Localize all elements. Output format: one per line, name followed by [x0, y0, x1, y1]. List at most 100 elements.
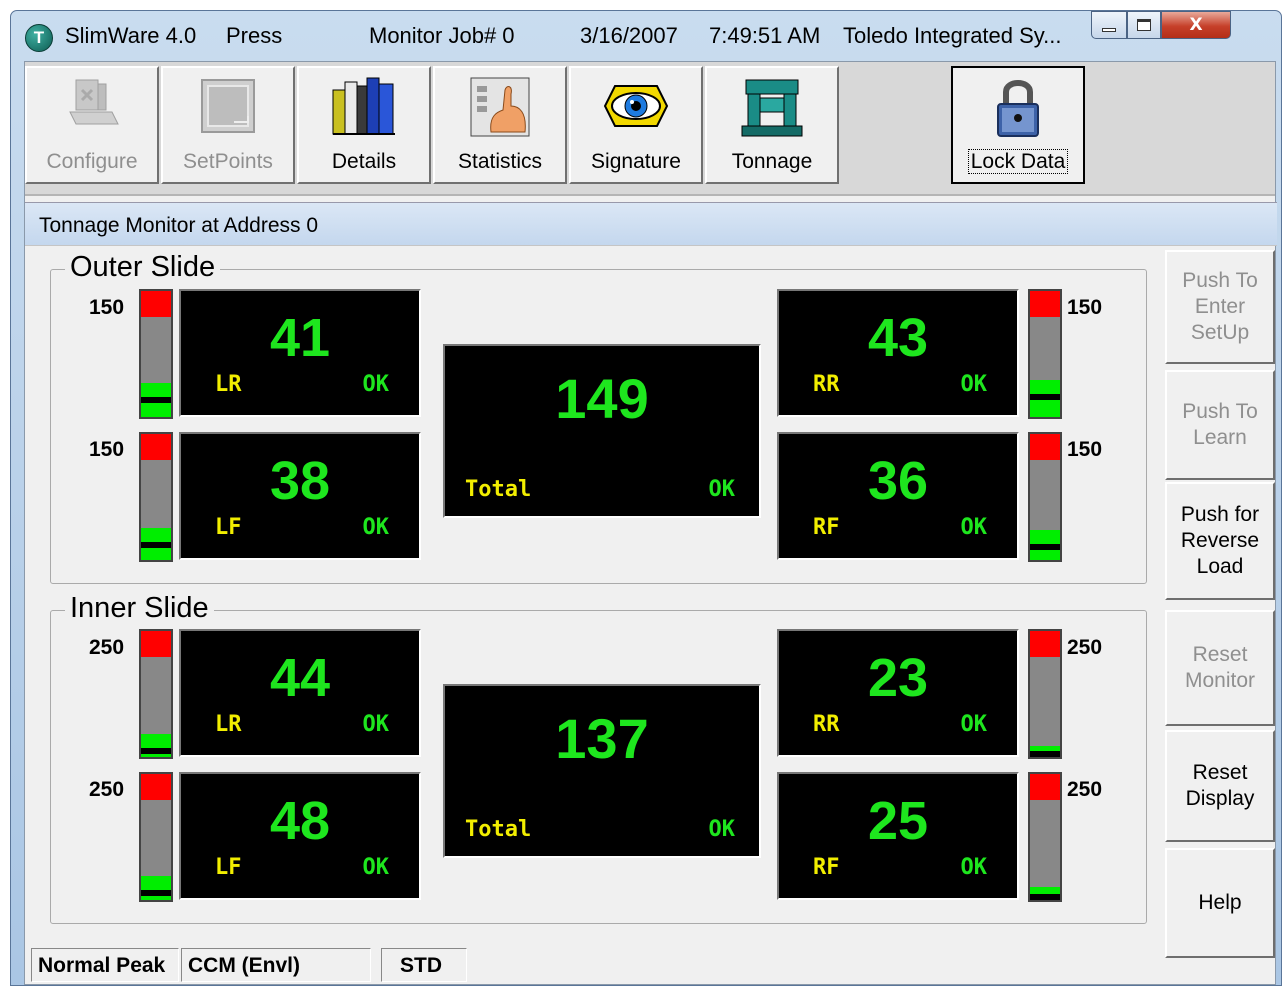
inner-lf-load-bar	[139, 772, 173, 902]
inner-rr-label: RR	[813, 712, 840, 737]
status-std: STD	[381, 948, 467, 982]
statistics-hand-icon	[470, 77, 530, 137]
inner-total-status: OK	[708, 817, 736, 842]
inner-slide-title: Inner Slide	[65, 592, 214, 625]
outer-lf-value: 38	[269, 451, 331, 511]
outer-rr-load-bar	[1028, 289, 1062, 419]
inner-rr-status: OK	[960, 712, 988, 737]
outer-lr-label: LR	[215, 372, 242, 397]
title-bar[interactable]: SlimWare 4.0 Press Monitor Job# 0 3/16/2…	[11, 11, 1281, 61]
app-logo-icon[interactable]	[25, 24, 53, 52]
padlock-icon	[997, 80, 1039, 137]
inner-lf-display: 48 LF OK	[179, 772, 421, 900]
inner-rr-value: 23	[867, 648, 929, 708]
inner-lr-value: 44	[269, 648, 331, 708]
configure-button[interactable]: Configure	[25, 66, 159, 184]
outer-lr-display: 41 LR OK	[179, 289, 421, 417]
title-date: 3/16/2007	[580, 23, 678, 48]
outer-rr-status: OK	[960, 372, 988, 397]
status-bar: Normal Peak CCM (Envl) STD	[25, 946, 1277, 984]
reset-display-button[interactable]: Reset Display	[1165, 730, 1275, 842]
outer-total-value: 149	[555, 367, 649, 430]
inner-lr-load-bar	[139, 629, 173, 759]
outer-lr-scale: 150	[89, 296, 125, 319]
inner-lf-label: LF	[215, 855, 242, 880]
outer-total-status: OK	[708, 477, 736, 502]
panel-title-bar: Tonnage Monitor at Address 0	[25, 202, 1277, 246]
details-button[interactable]: Details	[297, 66, 431, 184]
statistics-button[interactable]: Statistics	[433, 66, 567, 184]
inner-lf-status: OK	[362, 855, 390, 880]
outer-total-label: Total	[465, 477, 532, 502]
reset-monitor-button[interactable]: Reset Monitor	[1165, 610, 1275, 726]
outer-rr-label: RR	[813, 372, 840, 397]
inner-rf-status: OK	[960, 855, 988, 880]
inner-rr-load-bar	[1028, 629, 1062, 759]
statistics-label: Statistics	[457, 150, 543, 173]
signature-label: Signature	[591, 150, 681, 173]
setpoints-icon	[201, 79, 255, 133]
app-window: SlimWare 4.0 Press Monitor Job# 0 3/16/2…	[10, 10, 1282, 986]
outer-rf-label: RF	[813, 515, 840, 540]
outer-total-display: 149 Total OK	[443, 344, 761, 518]
outer-rr-scale: 150	[1067, 296, 1103, 319]
maximize-button[interactable]	[1127, 11, 1161, 39]
minimize-icon	[1102, 28, 1116, 32]
outer-rf-load-bar	[1028, 432, 1062, 562]
push-to-learn-button[interactable]: Push To Learn	[1165, 370, 1275, 480]
inner-rf-label: RF	[813, 855, 840, 880]
books-icon	[332, 77, 395, 135]
panel-title: Tonnage Monitor at Address 0	[39, 214, 319, 237]
reverse-load-button[interactable]: Push for Reverse Load	[1165, 482, 1275, 600]
company-name: Toledo Integrated Sy...	[843, 23, 1062, 48]
outer-rf-scale: 150	[1067, 438, 1103, 461]
configure-label: Configure	[46, 150, 138, 173]
client-area: Configure SetPoints Details Statistics S…	[24, 61, 1277, 985]
outer-rr-value: 43	[867, 308, 929, 368]
help-button[interactable]: Help	[1165, 848, 1275, 958]
inner-rr-display: 23 RR OK	[777, 629, 1019, 757]
setpoints-label: SetPoints	[183, 150, 273, 173]
toolbar: Configure SetPoints Details Statistics S…	[25, 62, 1275, 196]
outer-rf-value: 36	[867, 451, 929, 511]
inner-total-display: 137 Total OK	[443, 684, 761, 858]
outer-lf-load-bar	[139, 432, 173, 562]
push-to-enter-setup-button[interactable]: Push To Enter SetUp	[1165, 250, 1275, 364]
inner-rf-display: 25 RF OK	[777, 772, 1019, 900]
close-button[interactable]: X	[1161, 11, 1231, 39]
details-label: Details	[331, 150, 397, 173]
eye-icon	[603, 85, 669, 127]
inner-rf-scale: 250	[1067, 778, 1103, 801]
inner-lr-display: 44 LR OK	[179, 629, 421, 757]
inner-lr-label: LR	[215, 712, 242, 737]
outer-lf-label: LF	[215, 515, 242, 540]
outer-rf-display: 36 RF OK	[777, 432, 1019, 560]
title-time: 7:49:51 AM	[709, 23, 821, 48]
tonnage-button[interactable]: Tonnage	[705, 66, 839, 184]
lock-data-button[interactable]: Lock Data	[951, 66, 1085, 184]
press-icon	[741, 79, 803, 137]
machine-name: Press	[226, 23, 283, 48]
lock-data-label: Lock Data	[953, 149, 1083, 174]
outer-lf-scale: 150	[89, 438, 125, 461]
outer-rf-status: OK	[960, 515, 988, 540]
signature-button[interactable]: Signature	[569, 66, 703, 184]
outer-lr-value: 41	[269, 308, 331, 368]
minimize-button[interactable]	[1091, 11, 1127, 39]
maximize-icon	[1137, 19, 1151, 31]
outer-slide-title: Outer Slide	[65, 251, 221, 284]
inner-rf-value: 25	[867, 791, 929, 851]
inner-rf-load-bar	[1028, 772, 1062, 902]
inner-total-value: 137	[555, 707, 649, 770]
outer-lf-status: OK	[362, 515, 390, 540]
job-number: Monitor Job# 0	[369, 23, 515, 48]
setpoints-button[interactable]: SetPoints	[161, 66, 295, 184]
inner-lr-scale: 250	[89, 636, 125, 659]
outer-rr-display: 43 RR OK	[777, 289, 1019, 417]
outer-lr-status: OK	[362, 372, 390, 397]
tonnage-label: Tonnage	[731, 150, 813, 173]
status-peak-mode: Normal Peak	[31, 948, 179, 982]
app-name: SlimWare 4.0	[65, 23, 197, 48]
status-ccm-mode: CCM (Envl)	[181, 948, 371, 982]
close-icon: X	[1189, 15, 1203, 35]
